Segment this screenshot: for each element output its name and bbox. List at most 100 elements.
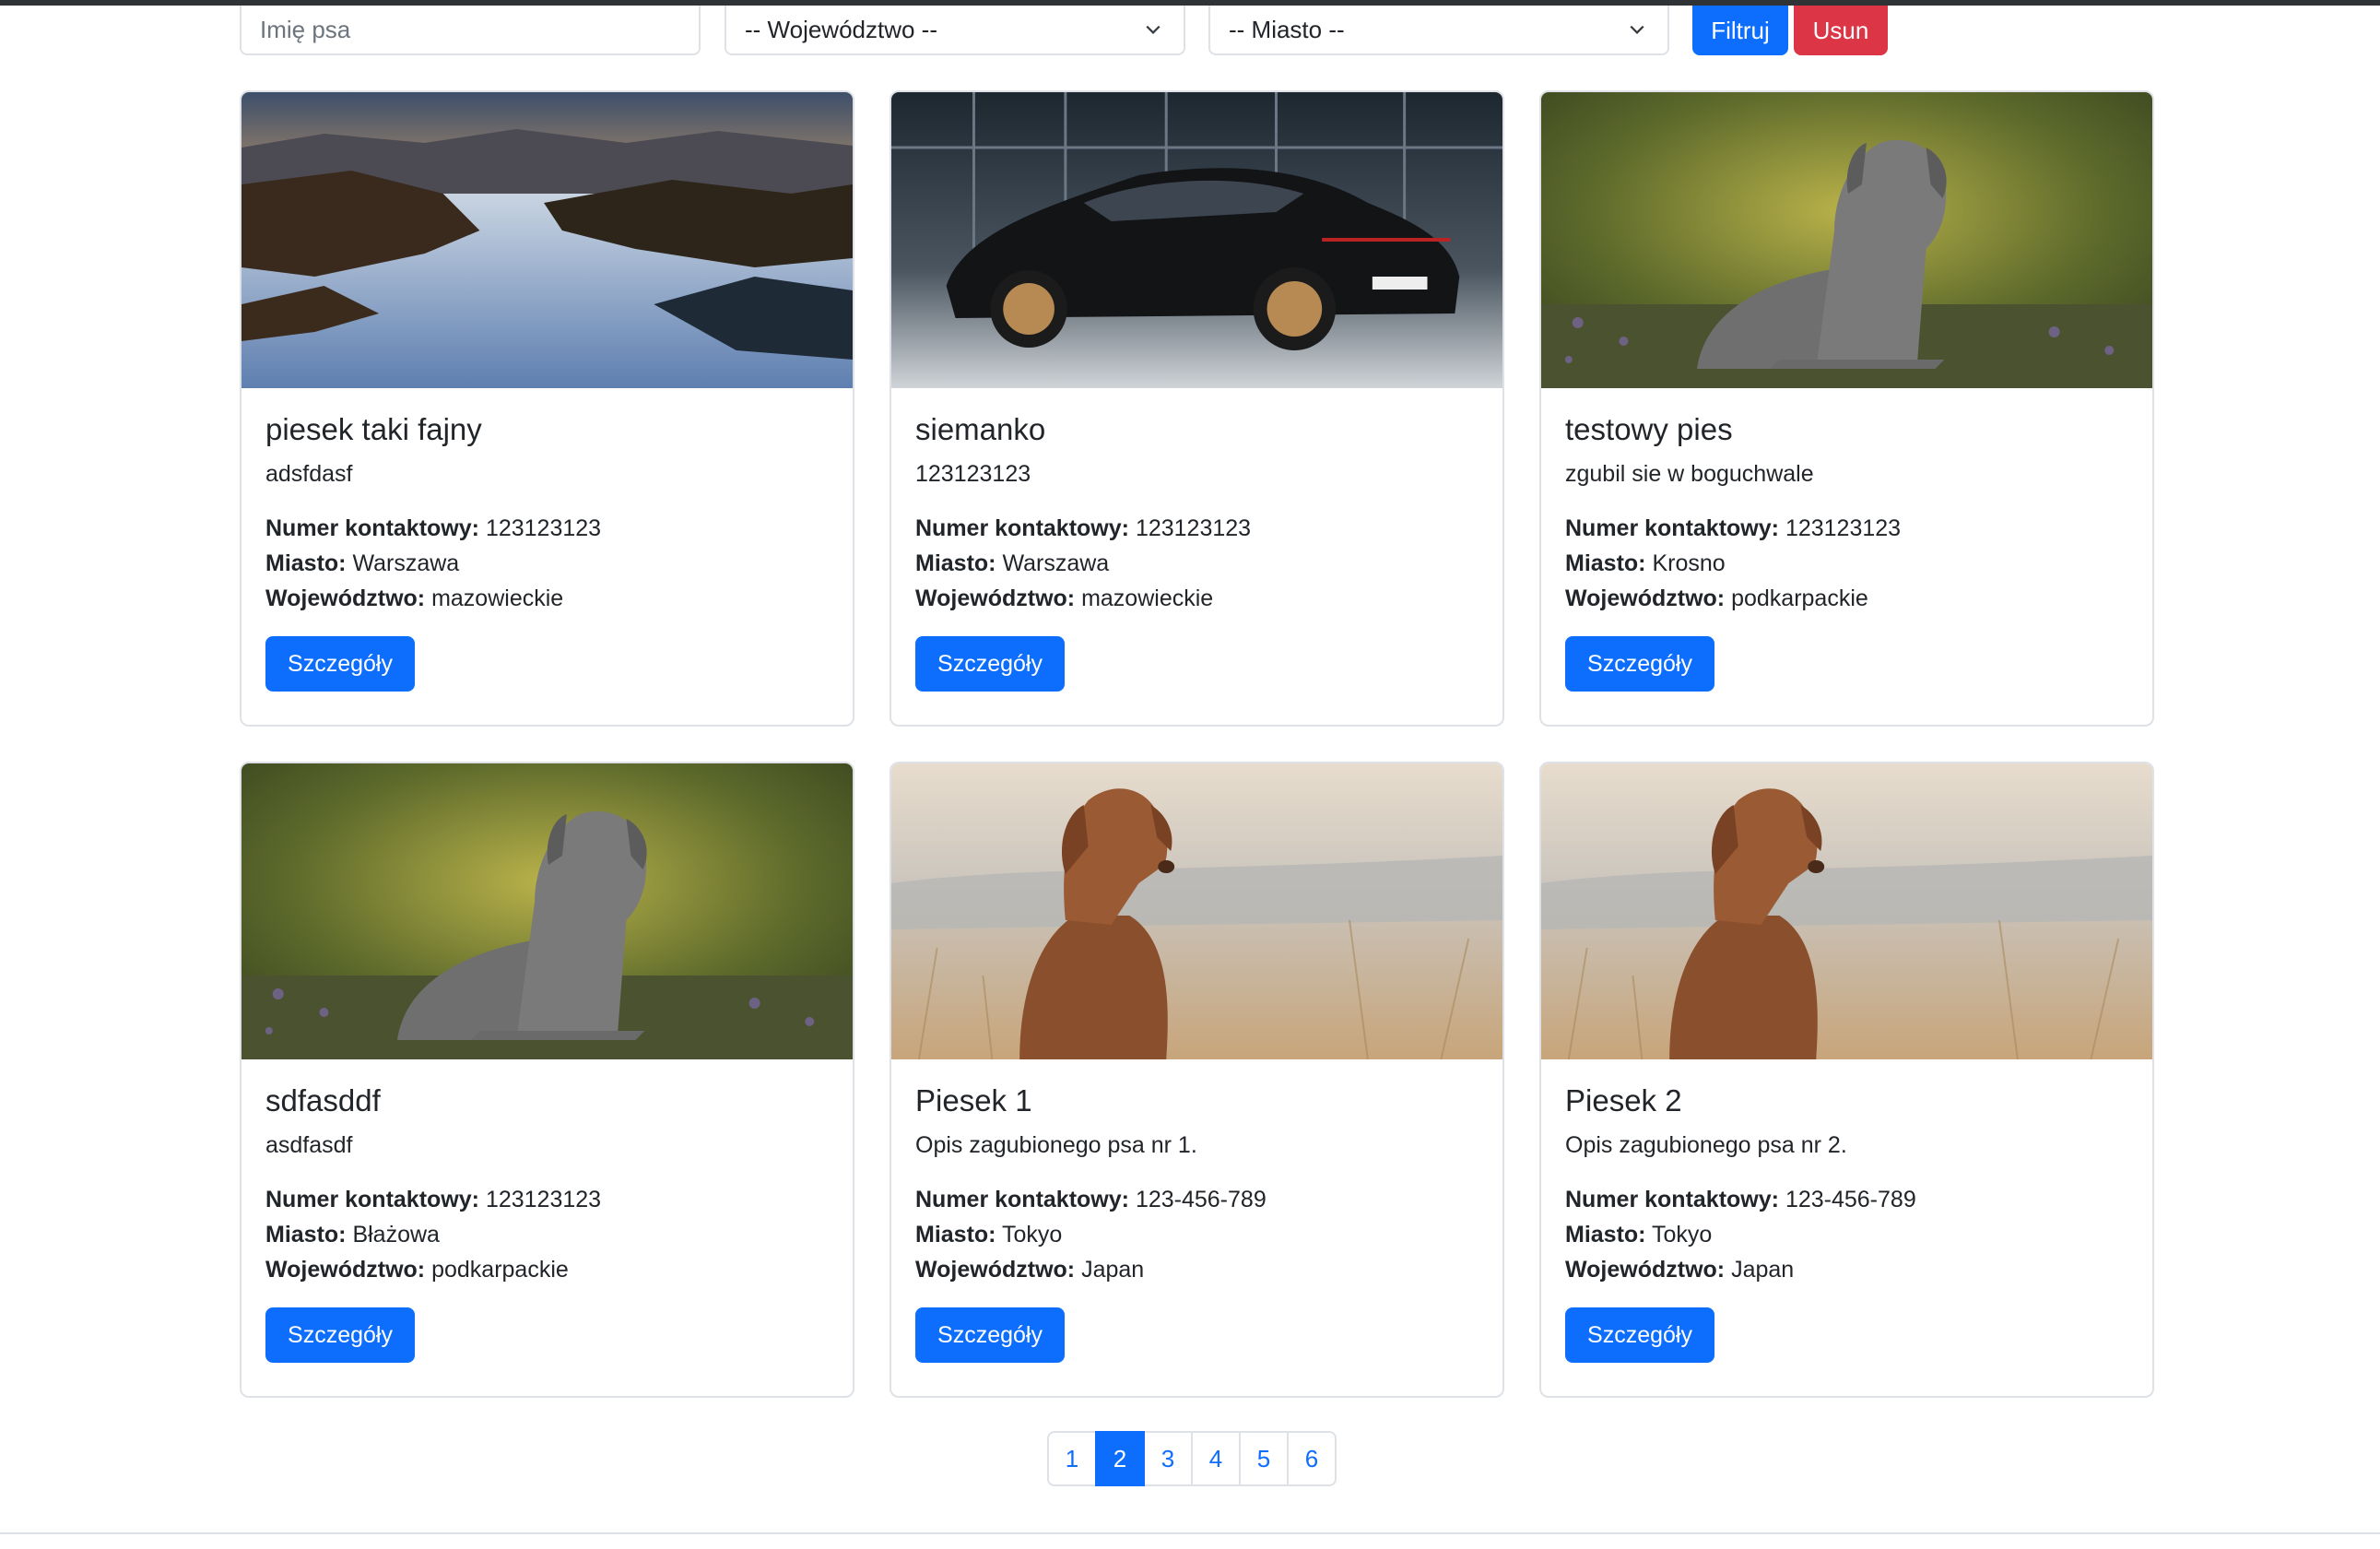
dog-name-input[interactable]: Imię psa [240,6,701,55]
city-label: Miasto: [915,550,996,576]
voivodeship-value: podkarpackie [1731,585,1868,611]
voivodeship-row: Województwo: Japan [1565,1252,2128,1287]
contact-label: Numer kontaktowy: [1565,515,1779,541]
card-image-black-sports-car [891,92,1502,388]
chevron-down-icon [1630,25,1644,34]
voivodeship-value: Japan [1081,1257,1145,1283]
filter-bar: Imię psa -- Województwo -- -- Miasto -- … [240,6,1899,55]
details-button[interactable]: Szczegóły [1565,1307,1714,1363]
card-image-misty-mountains [242,92,853,388]
card-title: sdfasddf [265,1083,381,1117]
page-link-3[interactable]: 3 [1143,1431,1193,1486]
card-title: siemanko [915,412,1046,446]
card-description: 123123123 [915,461,1031,487]
city-value: Krosno [1652,550,1726,576]
contact-row: Numer kontaktowy: 123-456-789 [1565,1182,2128,1217]
contact-label: Numer kontaktowy: [915,515,1129,541]
card-description: zgubil sie w boguchwale [1565,461,1814,487]
voivodeship-row: Województwo: Japan [915,1252,1479,1287]
voivodeship-label: Województwo: [1565,1257,1726,1283]
chevron-down-icon [1146,25,1161,34]
city-row: Miasto: Warszawa [265,546,829,581]
card-description: Opis zagubionego psa nr 1. [915,1132,1197,1158]
city-row: Miasto: Warszawa [915,546,1479,581]
card-title: Piesek 1 [915,1083,1032,1117]
contact-label: Numer kontaktowy: [915,1187,1129,1212]
voivodeship-label: Województwo: [265,1257,426,1283]
contact-value: 123123123 [1785,515,1902,541]
card-title: piesek taki fajny [265,412,482,446]
delete-button[interactable]: Usun [1794,6,1888,55]
footer-divider [0,1532,2380,1534]
contact-value: 123-456-789 [1785,1187,1916,1212]
city-row: Miasto: Tokyo [1565,1217,2128,1252]
page-link-5[interactable]: 5 [1239,1431,1289,1486]
voivodeship-row: Województwo: mazowieckie [265,581,829,616]
voivodeship-row: Województwo: podkarpackie [265,1252,829,1287]
dog-card: Piesek 2 Opis zagubionego psa nr 2. Nume… [1539,762,2154,1398]
contact-value: 123123123 [485,1187,602,1212]
card-title: Piesek 2 [1565,1083,1682,1117]
contact-value: 123-456-789 [1135,1187,1267,1212]
contact-row: Numer kontaktowy: 123-456-789 [915,1182,1479,1217]
card-description: Opis zagubionego psa nr 2. [1565,1132,1847,1158]
voivodeship-label: Województwo: [1565,585,1726,611]
card-description: adsfdasf [265,461,353,487]
page-link-6[interactable]: 6 [1287,1431,1337,1486]
city-row: Miasto: Tokyo [915,1217,1479,1252]
city-value: Tokyo [1002,1222,1063,1247]
city-value: Błażowa [352,1222,440,1247]
card-image-brown-dog-field [891,763,1502,1059]
contact-label: Numer kontaktowy: [265,1187,479,1212]
card-image-grey-dog-lying [242,763,853,1059]
contact-row: Numer kontaktowy: 123123123 [915,511,1479,546]
city-row: Miasto: Krosno [1565,546,2128,581]
contact-label: Numer kontaktowy: [265,515,479,541]
city-label: Miasto: [1565,550,1646,576]
voivodeship-row: Województwo: mazowieckie [915,581,1479,616]
city-label: Miasto: [265,550,347,576]
voivodeship-select-value: -- Województwo -- [745,15,938,43]
contact-value: 123123123 [1135,515,1252,541]
contact-label: Numer kontaktowy: [1565,1187,1779,1212]
details-button[interactable]: Szczegóły [265,1307,415,1363]
voivodeship-value: podkarpackie [431,1257,569,1283]
city-row: Miasto: Błażowa [265,1217,829,1252]
city-label: Miasto: [265,1222,347,1247]
voivodeship-value: mazowieckie [1081,585,1214,611]
voivodeship-value: Japan [1731,1257,1795,1283]
voivodeship-value: mazowieckie [431,585,564,611]
city-label: Miasto: [1565,1222,1646,1247]
details-button[interactable]: Szczegóły [1565,636,1714,692]
page-link-4[interactable]: 4 [1191,1431,1241,1486]
page-link-1[interactable]: 1 [1047,1431,1097,1486]
voivodeship-label: Województwo: [915,585,1076,611]
details-button[interactable]: Szczegóły [915,1307,1065,1363]
contact-value: 123123123 [485,515,602,541]
card-image-grey-dog-lying [1541,92,2152,388]
details-button[interactable]: Szczegóły [915,636,1065,692]
city-value: Tokyo [1652,1222,1713,1247]
city-select-value: -- Miasto -- [1229,15,1345,43]
page-link-2-active[interactable]: 2 [1095,1431,1145,1486]
dog-card: Piesek 1 Opis zagubionego psa nr 1. Nume… [890,762,1504,1398]
contact-row: Numer kontaktowy: 123123123 [265,1182,829,1217]
voivodeship-label: Województwo: [915,1257,1076,1283]
details-button[interactable]: Szczegóły [265,636,415,692]
dog-card: testowy pies zgubil sie w boguchwale Num… [1539,90,2154,727]
contact-row: Numer kontaktowy: 123123123 [1565,511,2128,546]
card-title: testowy pies [1565,412,1733,446]
contact-row: Numer kontaktowy: 123123123 [265,511,829,546]
card-description: asdfasdf [265,1132,353,1158]
voivodeship-label: Województwo: [265,585,426,611]
filter-button[interactable]: Filtruj [1692,6,1788,55]
city-label: Miasto: [915,1222,996,1247]
voivodeship-row: Województwo: podkarpackie [1565,581,2128,616]
city-select[interactable]: -- Miasto -- [1208,6,1669,55]
city-value: Warszawa [1002,550,1110,576]
dog-card: piesek taki fajny adsfdasf Numer kontakt… [240,90,854,727]
voivodeship-select[interactable]: -- Województwo -- [725,6,1185,55]
city-value: Warszawa [352,550,460,576]
dog-card: siemanko 123123123 Numer kontaktowy: 123… [890,90,1504,727]
card-image-brown-dog-field [1541,763,2152,1059]
